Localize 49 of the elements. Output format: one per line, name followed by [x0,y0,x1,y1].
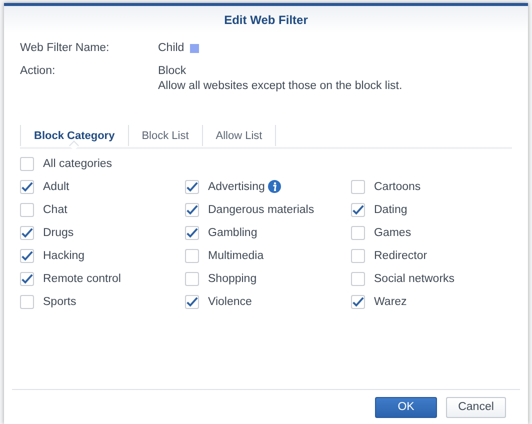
checkbox[interactable] [185,294,199,308]
checkbox[interactable] [185,202,199,216]
category-label: Remote control [43,272,121,284]
category-label: Adult [43,180,70,192]
checkbox[interactable] [20,156,34,170]
category-label: Gambling [208,226,258,238]
checkbox[interactable] [185,226,199,240]
checkbox[interactable] [20,294,34,308]
category-label: Warez [374,296,407,308]
checkbox[interactable] [351,180,365,194]
cancel-button[interactable]: Cancel [446,396,506,418]
category-label: Hacking [43,250,85,262]
checkbox[interactable] [185,248,199,262]
checkbox[interactable] [351,248,365,262]
field-label: Web Filter Name: [20,41,110,55]
checkbox[interactable] [20,272,34,286]
checkbox[interactable] [20,248,34,262]
category-label: Dating [374,204,408,216]
checkbox[interactable] [351,294,365,308]
tab[interactable]: Allow List [202,125,276,146]
category-label: Advertising [208,180,265,192]
category-label: Social networks [374,272,455,284]
action-description: Allow all websites except those on the block list. [158,79,404,93]
info-icon[interactable] [268,180,281,193]
category-label: Violence [208,296,252,308]
all-categories-label: All categories [43,158,112,170]
category-label: Dangerous materials [208,204,314,216]
category-label: Sports [43,296,76,308]
category-label: Drugs [43,226,74,238]
category-label: Cartoons [374,180,421,192]
checkbox[interactable] [351,226,365,240]
dialog-title: Edit Web Filter [4,6,528,33]
checkbox[interactable] [351,272,365,286]
checkbox[interactable] [185,272,199,286]
ok-button[interactable]: OK [375,396,437,418]
tab[interactable]: Block List [128,125,202,146]
checkbox[interactable] [20,202,34,216]
category-label: Redirector [374,250,428,262]
checkbox[interactable] [185,180,199,194]
category-label: Chat [43,204,68,216]
category-label: Shopping [208,272,257,284]
field-label: Action: [20,64,56,79]
checkbox[interactable] [351,202,365,216]
category-label: Multimedia [208,250,264,262]
checkbox[interactable] [20,180,34,194]
field-value: Child [158,41,184,55]
checkbox[interactable] [20,226,34,240]
field-value: Block [158,64,186,78]
category-label: Games [374,226,412,238]
